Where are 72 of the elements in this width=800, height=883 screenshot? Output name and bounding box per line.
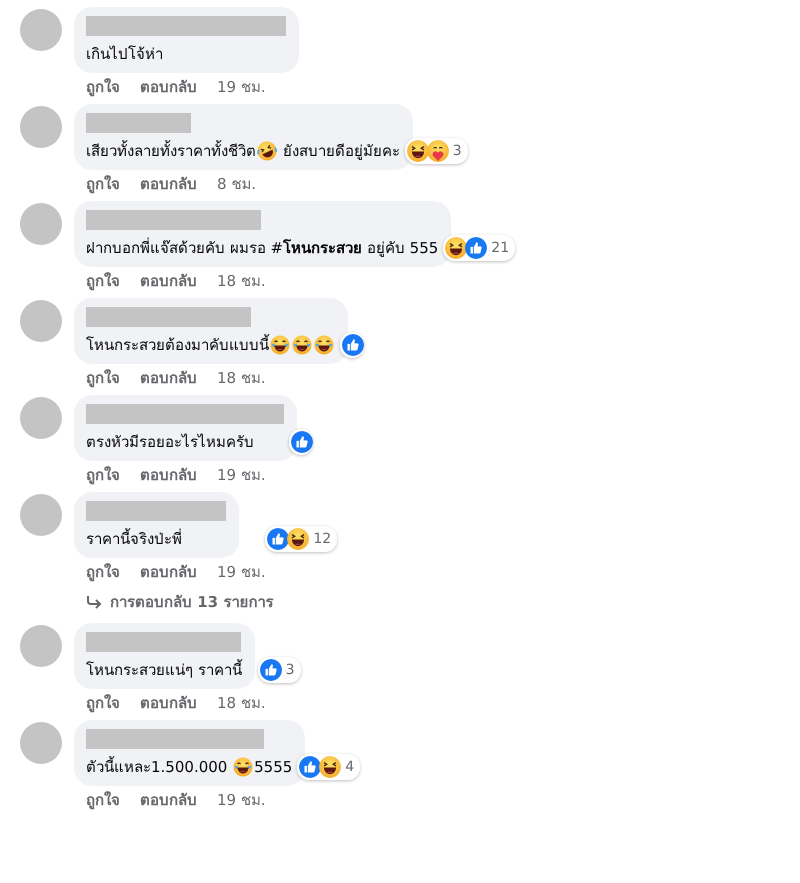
like-icon	[291, 431, 313, 453]
like-link[interactable]: ถูกใจ	[86, 693, 120, 713]
avatar[interactable]	[20, 722, 62, 764]
tears-of-joy-face-icon	[233, 757, 254, 777]
reaction-badge[interactable]	[289, 429, 313, 455]
reply-link[interactable]: ตอบกลับ	[140, 562, 197, 582]
timestamp[interactable]: 19 ชม.	[217, 562, 266, 582]
timestamp[interactable]: 19 ชม.	[217, 790, 266, 810]
hugging-heart-face-icon	[426, 140, 449, 162]
comment-text: ราคานี้จริงป่ะพี่	[86, 528, 182, 550]
timestamp[interactable]: 19 ชม.	[217, 465, 266, 485]
reaction-count: 3	[284, 662, 296, 678]
reaction-badge[interactable]	[340, 332, 364, 358]
avatar[interactable]	[20, 9, 62, 51]
tears-of-joy-face-icon	[314, 335, 334, 355]
laughing-face-icon	[319, 756, 342, 778]
comment-text: โหนกระสวยต้องมาคับแบบนี้	[86, 334, 269, 356]
like-icon	[267, 528, 290, 550]
reply-link[interactable]: ตอบกลับ	[140, 693, 197, 713]
reaction-count: 21	[490, 240, 510, 256]
reaction-badge[interactable]: 12	[265, 526, 338, 552]
tears-of-joy-face-icon	[292, 335, 312, 355]
view-replies-link[interactable]: การตอบกลับ 13 รายการ	[74, 582, 274, 616]
reply-link[interactable]: ตอบกลับ	[140, 174, 197, 194]
like-link[interactable]: ถูกใจ	[86, 465, 120, 485]
comment-text: ตัวนี้แหละ1.500.000	[86, 756, 228, 778]
comment-text: เกินไปโจ้ห่า	[86, 44, 163, 65]
avatar[interactable]	[20, 494, 62, 536]
comment-text: 5555	[254, 757, 292, 778]
like-link[interactable]: ถูกใจ	[86, 790, 120, 810]
like-icon	[465, 237, 488, 259]
reply-link[interactable]: ตอบกลับ	[140, 465, 197, 485]
timestamp[interactable]: 18 ชม.	[217, 271, 266, 291]
reply-arrow-icon	[86, 595, 102, 609]
reply-link[interactable]: ตอบกลับ	[140, 77, 197, 97]
reply-link[interactable]: ตอบกลับ	[140, 368, 197, 388]
tears-of-joy-face-icon	[270, 335, 290, 355]
comment-text: โหนกระสวยแน่ๆ ราคานี้	[86, 659, 242, 681]
like-icon	[342, 334, 364, 356]
reaction-count: 3	[452, 143, 463, 159]
reaction-badge[interactable]: 3	[404, 138, 468, 164]
like-link[interactable]: ถูกใจ	[86, 562, 120, 582]
comment-text: ยังสบายดีอยู่มัยคะ	[282, 141, 400, 162]
avatar[interactable]	[20, 300, 62, 342]
avatar[interactable]	[20, 397, 62, 439]
timestamp[interactable]: 18 ชม.	[217, 368, 266, 388]
comment-text: ตรงหัวมีรอยอะไรไหมครับ	[86, 432, 254, 453]
timestamp[interactable]: 18 ชม.	[217, 693, 266, 713]
reaction-count: 12	[312, 531, 332, 547]
like-link[interactable]: ถูกใจ	[86, 77, 120, 97]
avatar[interactable]	[20, 106, 62, 148]
avatar[interactable]	[20, 625, 62, 667]
like-icon	[260, 659, 282, 681]
laughing-face-icon	[445, 237, 468, 259]
reply-link[interactable]: ตอบกลับ	[140, 271, 197, 291]
rolling-laughing-face-icon	[257, 141, 277, 161]
like-link[interactable]: ถูกใจ	[86, 271, 120, 291]
reaction-badge[interactable]: 21	[443, 235, 516, 261]
reaction-badge[interactable]: 4	[297, 754, 360, 780]
laughing-face-icon	[406, 140, 429, 162]
timestamp[interactable]: 19 ชม.	[217, 77, 266, 97]
avatar[interactable]	[20, 203, 62, 245]
reaction-count: 4	[344, 759, 356, 775]
comment-text: ฝากบอกพี่แจ๊สด้วยคับ ผมรอ #โหนกระสวย อยู่คับ 555	[86, 237, 438, 259]
reply-link[interactable]: ตอบกลับ	[140, 790, 197, 810]
reaction-badge[interactable]: 3	[258, 657, 301, 683]
like-icon	[299, 756, 322, 778]
comment-text: เสียวทั้งลายทั้งราคาทั้งชีวิต	[86, 140, 256, 162]
like-link[interactable]: ถูกใจ	[86, 368, 120, 388]
like-link[interactable]: ถูกใจ	[86, 174, 120, 194]
laughing-face-icon	[287, 528, 310, 550]
timestamp[interactable]: 8 ชม.	[217, 174, 256, 194]
